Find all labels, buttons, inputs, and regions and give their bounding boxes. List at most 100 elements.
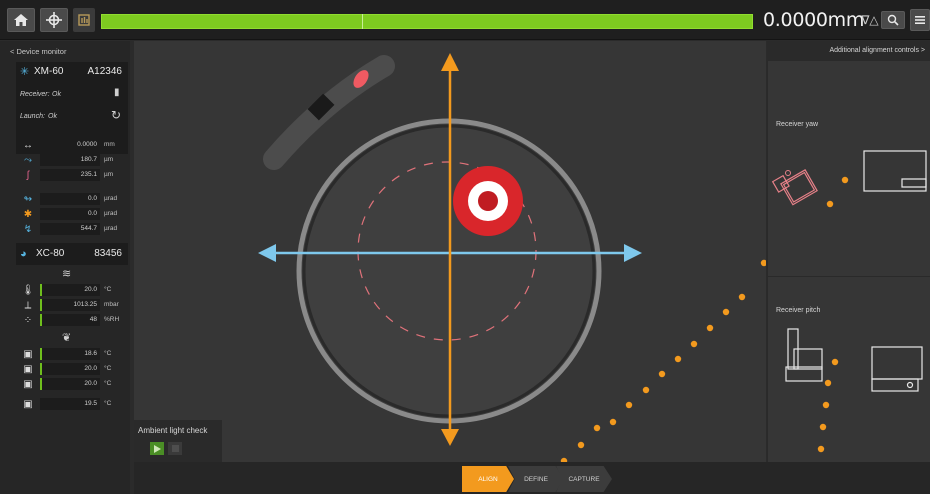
crosshair-icon (46, 12, 62, 28)
material-sensor-2-icon: ▣ (23, 364, 33, 375)
material-sensor-icon: ❦ (62, 332, 72, 344)
material-temp-row-3: ▣ 20.0 °C (16, 378, 128, 391)
measurement-readout: 0.0000mm (763, 9, 865, 31)
stop-icon (171, 445, 179, 452)
pitch-icon: ↬ (23, 194, 33, 205)
alignment-graphic (258, 53, 766, 462)
reading-row-yaw: ✱ 0.0 µrad (16, 208, 128, 221)
device2-model: XC-80 (36, 248, 65, 259)
report-icon (78, 14, 90, 26)
roll-icon: ↯ (23, 224, 33, 235)
battery-icon: ▮ (114, 87, 120, 98)
material-sensor-1-icon: ▣ (23, 349, 33, 360)
straightness-h-value: 180.7 (40, 154, 100, 166)
material-temp-row-1: ▣ 18.6 °C (16, 348, 128, 361)
thermometer-icon: 🌡 (21, 285, 35, 296)
sort-toggle-button[interactable]: ∇△ (857, 12, 883, 28)
material-average-value: 19.5 (40, 398, 100, 410)
ambient-light-check-panel: Ambient light check (134, 420, 222, 462)
material-temp-2-value: 20.0 (40, 363, 100, 375)
linear-icon: ↔ (23, 140, 33, 151)
home-icon (14, 14, 28, 26)
align-target-button[interactable] (40, 8, 68, 32)
material-temp-average-row: ▣ 19.5 °C (16, 398, 128, 411)
yaw-unit: µrad (104, 210, 118, 217)
material-temp-3-unit: °C (104, 380, 112, 387)
humidity-icon: ⁘ (23, 315, 33, 326)
launch-status: Ok (48, 113, 57, 120)
reading-row-roll: ↯ 544.7 µrad (16, 223, 128, 236)
pitch-trail (817, 358, 839, 453)
device2-card: ◕ XC-80 83456 (16, 243, 128, 265)
humidity-value: 48 (40, 314, 100, 326)
device-monitor-panel: < Device monitor ✳ XM-60 A12346 Receiver… (0, 41, 130, 494)
straightness-h-unit: µm (104, 156, 114, 163)
material-temp-1-unit: °C (104, 350, 112, 357)
yaw-value: 0.0 (40, 208, 100, 220)
linear-unit: mm (104, 141, 115, 148)
straightness-v-icon: ʃ (26, 170, 30, 181)
pressure-value: 1013.25 (40, 299, 100, 311)
beam-spot (453, 166, 523, 236)
report-button[interactable] (73, 8, 95, 32)
menu-button[interactable] (910, 9, 930, 31)
roll-unit: µrad (104, 225, 118, 232)
air-temp-value: 20.0 (40, 284, 100, 296)
material-average-icon: ▣ (23, 399, 33, 410)
refresh-icon[interactable]: ↻ (111, 108, 121, 122)
device1-serial: A12346 (87, 66, 122, 77)
pressure-icon: ⟂ (24, 300, 32, 311)
hamburger-icon (915, 16, 925, 24)
humidity-row: ⁘ 48 %RH (16, 314, 128, 327)
material-sensor-3-icon: ▣ (23, 379, 33, 390)
compensator-icon: ◕ (20, 248, 27, 260)
reading-row-pitch: ↬ 0.0 µrad (16, 193, 128, 206)
ambient-stop-button[interactable] (168, 442, 182, 455)
straightness-v-value: 235.1 (40, 169, 100, 181)
receiver-diagrams (771, 150, 927, 453)
pitch-unit: µrad (104, 195, 118, 202)
air-temp-unit: °C (104, 286, 112, 293)
ambient-light-label: Ambient light check (138, 426, 208, 435)
receiver-pitch-diagram (785, 328, 923, 392)
alignment-canvas (134, 41, 766, 462)
launch-label: Launch: (20, 113, 45, 120)
signal-strength-meter (101, 14, 753, 29)
ambient-play-button[interactable] (150, 442, 164, 455)
additional-alignment-header[interactable]: Additional alignment controls > (768, 41, 930, 61)
material-temp-1-value: 18.6 (40, 348, 100, 360)
material-average-unit: °C (104, 400, 112, 407)
straightness-v-unit: µm (104, 171, 114, 178)
pressure-row: ⟂ 1013.25 mbar (16, 299, 128, 312)
material-temp-3-value: 20.0 (40, 378, 100, 390)
laser-icon: ✳ (20, 66, 30, 78)
play-icon (154, 444, 161, 453)
step-capture[interactable]: CAPTURE (556, 466, 612, 492)
roll-value: 544.7 (40, 223, 100, 235)
step-align[interactable]: ALIGN (462, 466, 514, 492)
yaw-icon: ✱ (23, 209, 33, 220)
top-toolbar: 0.0000mm ∇△ (0, 0, 930, 40)
device2-serial: 83456 (94, 248, 122, 259)
device1-model: XM-60 (34, 66, 64, 77)
reading-row-straightness-h: ⤳ 180.7 µm (16, 154, 128, 167)
pitch-value: 0.0 (40, 193, 100, 205)
pressure-unit: mbar (104, 301, 119, 308)
material-temp-2-unit: °C (104, 365, 112, 372)
straightness-h-icon: ⤳ (24, 155, 32, 166)
humidity-unit: %RH (104, 316, 120, 323)
home-button[interactable] (7, 8, 35, 32)
air-temp-row: 🌡 20.0 °C (16, 284, 128, 297)
reading-row-straightness-v: ʃ 235.1 µm (16, 169, 128, 182)
zoom-button[interactable] (881, 11, 905, 29)
step-define[interactable]: DEFINE (508, 466, 564, 492)
magnifier-icon (887, 14, 899, 26)
reading-row-linear: ↔ 0.0000 mm (16, 139, 128, 152)
receiver-yaw-diagram (771, 150, 927, 208)
material-temp-row-2: ▣ 20.0 °C (16, 363, 128, 376)
receiver-status: Ok (52, 91, 61, 98)
device-monitor-header[interactable]: < Device monitor (0, 41, 130, 60)
additional-alignment-panel: Additional alignment controls > Receiver… (767, 41, 930, 462)
receiver-label: Receiver: (20, 91, 50, 98)
air-sensor-icon: ≋ (62, 268, 72, 280)
